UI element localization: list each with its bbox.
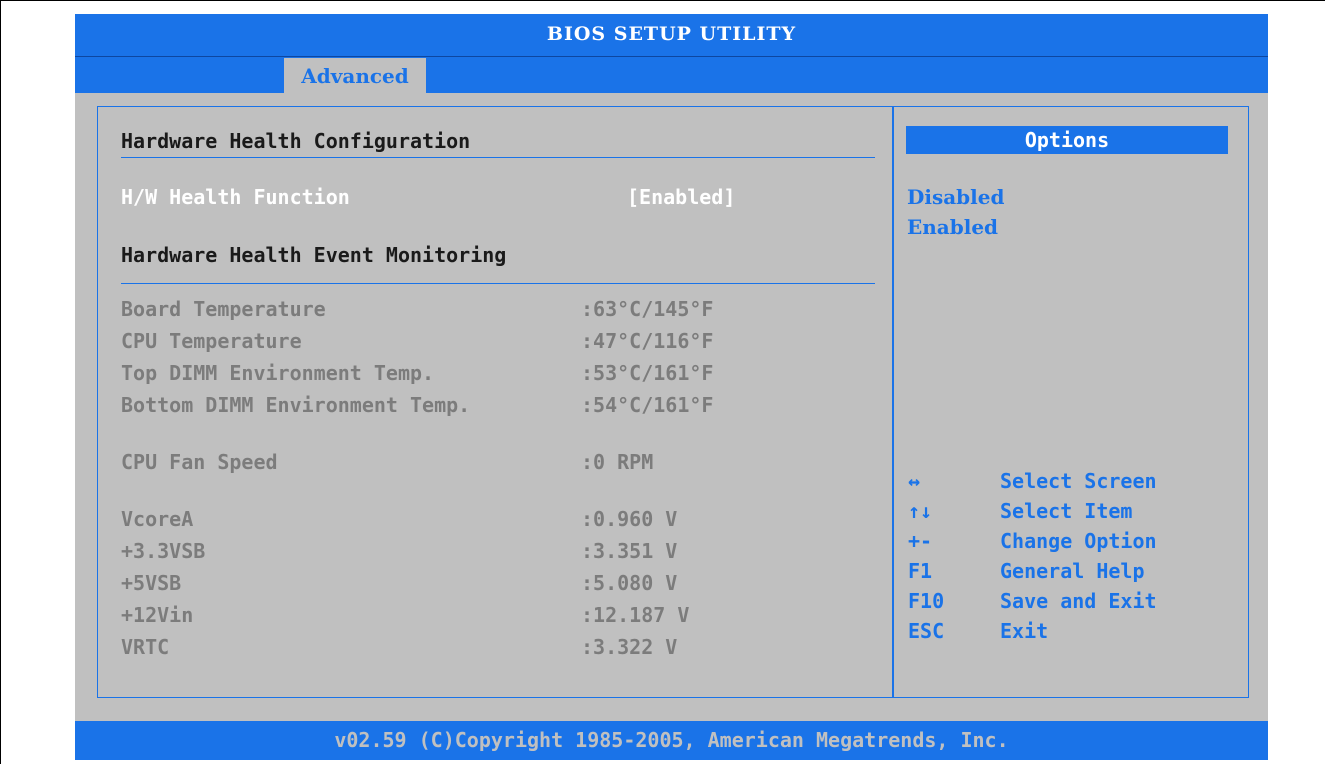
- help-select-screen: Select Screen: [1000, 469, 1157, 493]
- reading-value: :47°C/116°F: [581, 329, 714, 353]
- screen-border-left: [0, 0, 1, 764]
- monitoring-divider: [121, 283, 875, 284]
- help-panel: Options Disabled Enabled ↔ Select Screen…: [892, 106, 1249, 698]
- screen-border-top: [0, 0, 1325, 1]
- reading-label: Bottom DIMM Environment Temp.: [121, 393, 471, 417]
- reading-label: +12Vin: [121, 603, 194, 627]
- reading-label: CPU Temperature: [121, 329, 302, 353]
- hw-health-function-value[interactable]: [Enabled]: [627, 185, 735, 209]
- copyright-footer: v02.59 (C)Copyright 1985-2005, American …: [75, 721, 1268, 760]
- tab-advanced[interactable]: Advanced: [284, 58, 426, 94]
- reading-label: CPU Fan Speed: [121, 450, 278, 474]
- reading-value: :63°C/145°F: [581, 297, 714, 321]
- option-enabled[interactable]: Enabled: [907, 215, 998, 239]
- help-exit: Exit: [1000, 619, 1049, 643]
- reading-label: +5VSB: [121, 571, 182, 595]
- reading-label: Board Temperature: [121, 297, 326, 321]
- help-key-esc: ESC: [908, 619, 945, 643]
- section-title: Hardware Health Configuration: [121, 129, 471, 153]
- help-general-help: General Help: [1000, 559, 1145, 583]
- reading-value: :53°C/161°F: [581, 361, 714, 385]
- bios-window: BIOS SETUP UTILITY Advanced Hardware Hea…: [75, 14, 1268, 760]
- reading-label: VcoreA: [121, 507, 194, 531]
- option-disabled[interactable]: Disabled: [907, 185, 1004, 209]
- reading-label: Top DIMM Environment Temp.: [121, 361, 435, 385]
- help-change-option: Change Option: [1000, 529, 1157, 553]
- left-right-arrows-icon: ↔: [908, 469, 921, 493]
- monitoring-title: Hardware Health Event Monitoring: [121, 243, 507, 267]
- help-key-plus-minus: +-: [908, 529, 933, 553]
- up-down-arrows-icon: ↑↓: [908, 499, 933, 523]
- options-title: Options: [906, 126, 1228, 154]
- help-select-item: Select Item: [1000, 499, 1133, 523]
- section-divider: [121, 157, 875, 158]
- hw-health-function-label[interactable]: H/W Health Function: [121, 185, 350, 209]
- reading-value: :54°C/161°F: [581, 393, 714, 417]
- reading-value: :0.960 V: [581, 507, 678, 531]
- reading-label: +3.3VSB: [121, 539, 206, 563]
- reading-value: :12.187 V: [581, 603, 690, 627]
- reading-value: :0 RPM: [581, 450, 654, 474]
- reading-value: :3.322 V: [581, 635, 678, 659]
- help-key-f1: F1: [908, 559, 933, 583]
- settings-panel: Hardware Health Configuration H/W Health…: [97, 106, 894, 698]
- help-save-and-exit: Save and Exit: [1000, 589, 1157, 613]
- help-key-f10: F10: [908, 589, 945, 613]
- window-title: BIOS SETUP UTILITY: [75, 14, 1268, 56]
- reading-value: :5.080 V: [581, 571, 678, 595]
- reading-label: VRTC: [121, 635, 170, 659]
- menu-bar: Advanced: [75, 56, 1268, 94]
- reading-value: :3.351 V: [581, 539, 678, 563]
